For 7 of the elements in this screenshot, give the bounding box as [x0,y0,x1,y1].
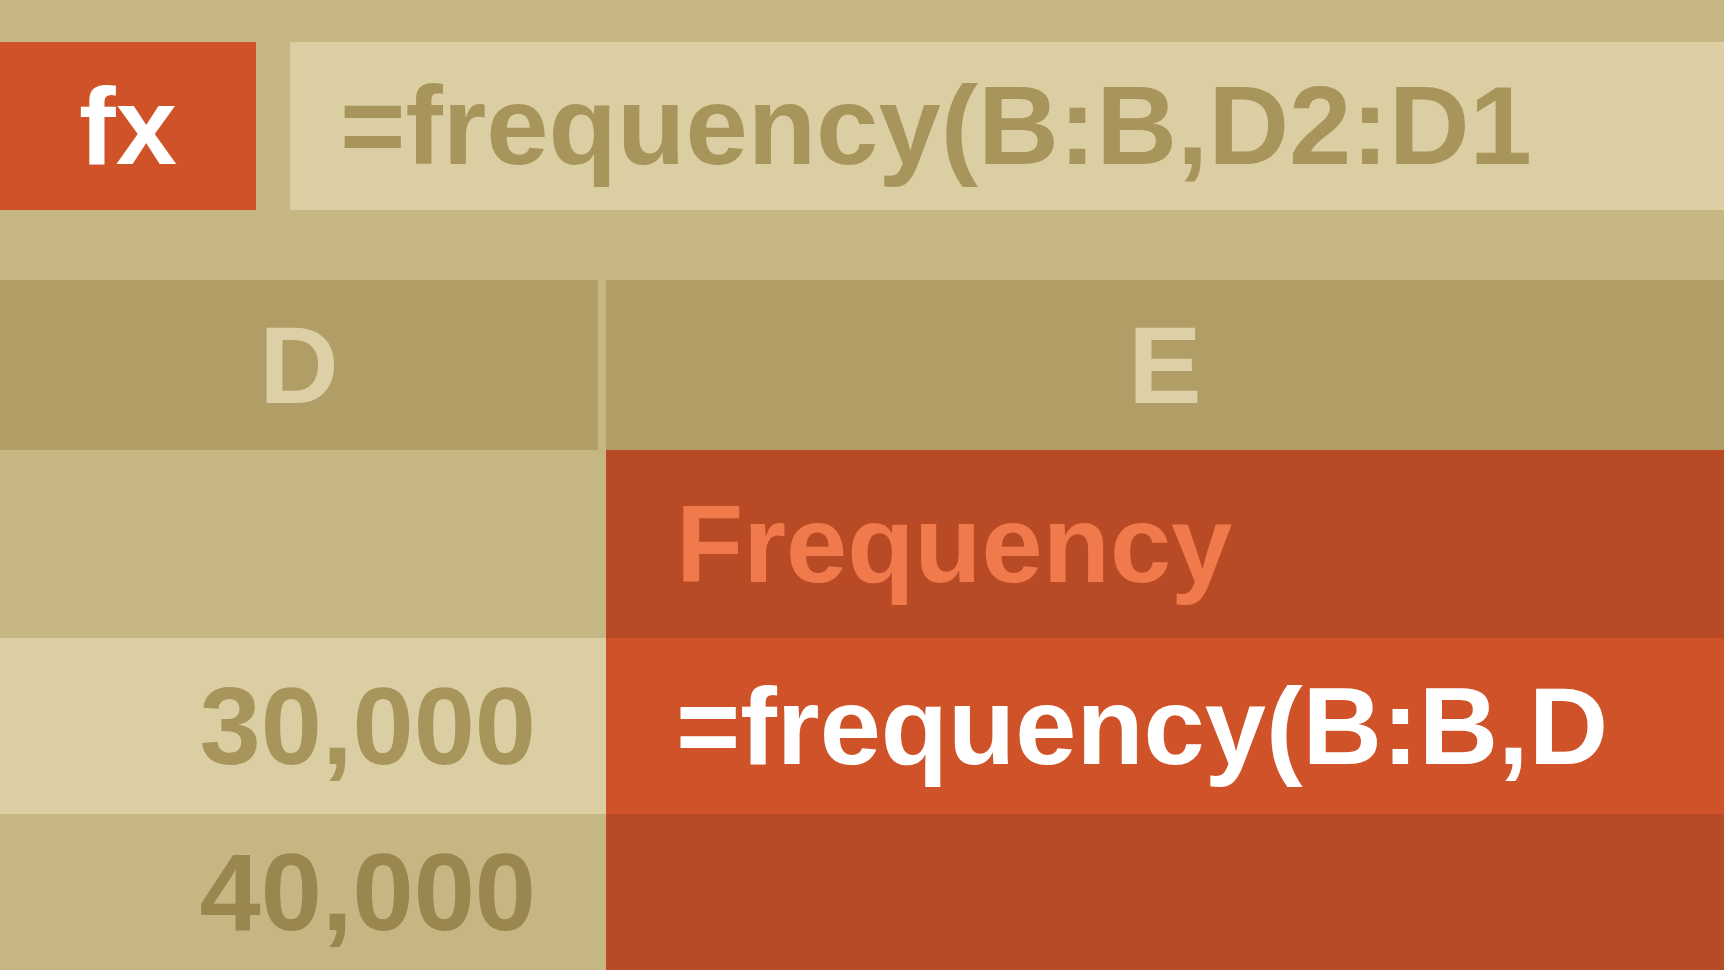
column-header[interactable]: E [606,280,1724,450]
column-header[interactable]: D [0,280,598,450]
formula-field[interactable]: =frequency(B:B,D2:D1 [290,42,1724,210]
table-cell[interactable]: =frequency(B:B,D [606,638,1724,814]
function-label[interactable]: fx [0,42,256,210]
table-cell[interactable]: Frequency [606,450,1724,638]
table-cell[interactable]: 30,000 [0,638,606,814]
